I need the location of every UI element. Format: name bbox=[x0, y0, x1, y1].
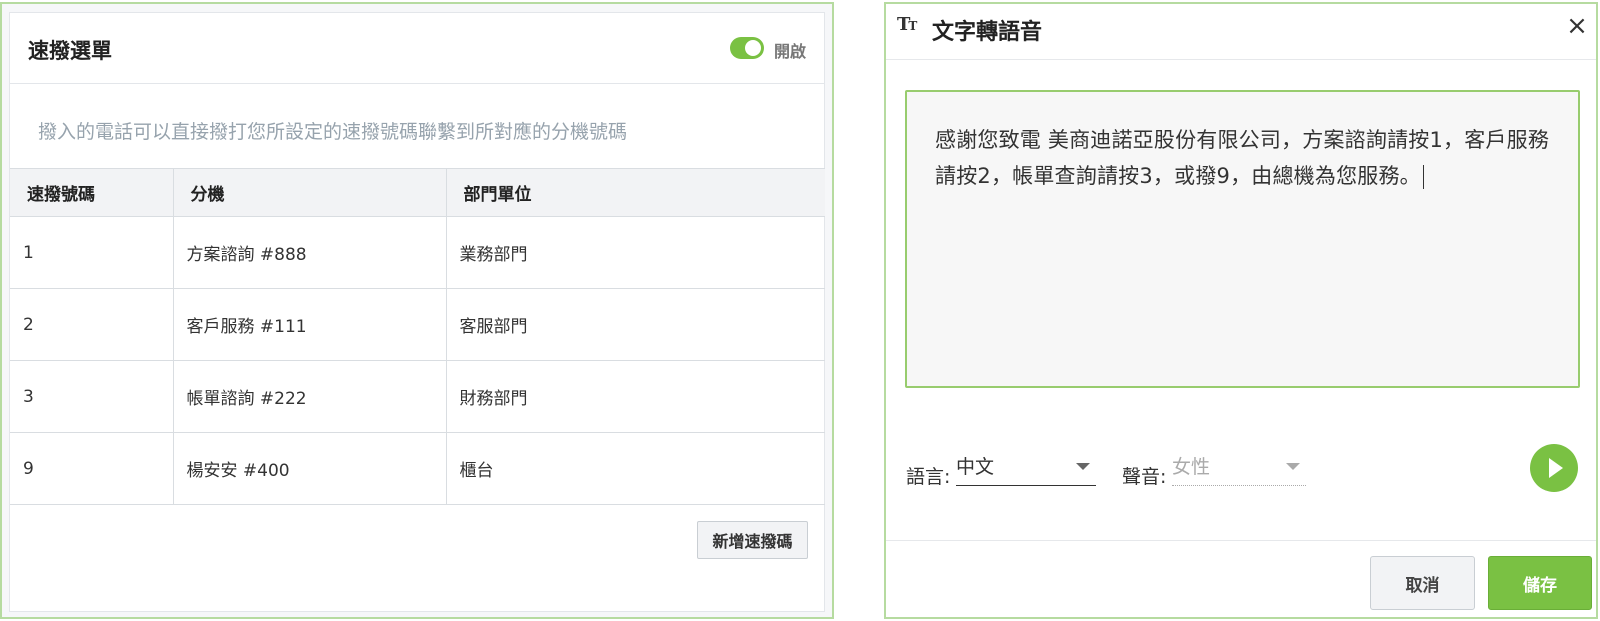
table-row[interactable]: 3 帳單諮詢 #222 財務部門 bbox=[10, 360, 825, 433]
language-label: 語言: bbox=[906, 466, 951, 488]
tts-title: 文字轉語音 bbox=[932, 20, 1043, 45]
toggle-knob bbox=[745, 40, 761, 56]
tts-text-input[interactable]: 感謝您致電 美商迪諾亞股份有限公司，方案諮詢請按1，客戶服務請按2，帳單查詢請按… bbox=[905, 90, 1580, 388]
table-row[interactable]: 1 方案諮詢 #888 業務部門 bbox=[10, 216, 825, 289]
cell-code: 1 bbox=[10, 216, 174, 289]
cell-department: 財務部門 bbox=[446, 360, 825, 433]
voice-value: 女性 bbox=[1172, 456, 1211, 478]
language-value: 中文 bbox=[956, 456, 995, 478]
tts-dialog: TT 文字轉語音 × 感謝您致電 美商迪諾亞股份有限公司，方案諮詢請按1，客戶服… bbox=[884, 2, 1598, 619]
speed-dial-title: 速撥選單 bbox=[28, 39, 112, 63]
table-row[interactable]: 9 楊安安 #400 櫃台 bbox=[10, 432, 825, 505]
column-header-extension: 分機 bbox=[173, 168, 447, 217]
cell-code: 9 bbox=[10, 432, 174, 505]
language-select[interactable]: 中文 bbox=[956, 452, 1096, 486]
cell-department: 業務部門 bbox=[446, 216, 825, 289]
cell-extension: 楊安安 #400 bbox=[173, 432, 447, 505]
table-header-row: 速撥號碼 分機 部門單位 bbox=[10, 168, 825, 217]
speed-dial-toggle[interactable] bbox=[730, 37, 764, 59]
tts-text: 感謝您致電 美商迪諾亞股份有限公司，方案諮詢請按1，客戶服務請按2，帳單查詢請按… bbox=[935, 128, 1550, 188]
close-icon[interactable]: × bbox=[1564, 13, 1590, 39]
icon-glyph-small: T bbox=[908, 19, 917, 33]
speed-dial-panel: 速撥選單 開啟 撥入的電話可以直接撥打您所設定的速撥號碼聯繫到所對應的分機號碼 … bbox=[0, 2, 834, 619]
tts-header: TT 文字轉語音 × bbox=[886, 4, 1596, 60]
text-caret bbox=[1422, 165, 1424, 189]
chevron-down-icon bbox=[1286, 463, 1300, 470]
speed-dial-table: 速撥號碼 分機 部門單位 1 方案諮詢 #888 業務部門 2 客戶服務 #11… bbox=[10, 168, 825, 505]
cell-department: 櫃台 bbox=[446, 432, 825, 505]
save-button[interactable]: 儲存 bbox=[1488, 556, 1592, 610]
cancel-button[interactable]: 取消 bbox=[1370, 556, 1475, 610]
play-icon bbox=[1549, 458, 1563, 478]
cell-extension: 帳單諮詢 #222 bbox=[173, 360, 447, 433]
cell-code: 3 bbox=[10, 360, 174, 433]
cell-extension: 方案諮詢 #888 bbox=[173, 216, 447, 289]
footer-divider bbox=[886, 540, 1596, 541]
cell-extension: 客戶服務 #111 bbox=[173, 288, 447, 361]
speed-dial-card: 速撥選單 開啟 撥入的電話可以直接撥打您所設定的速撥號碼聯繫到所對應的分機號碼 … bbox=[9, 12, 825, 612]
cell-code: 2 bbox=[10, 288, 174, 361]
table-row[interactable]: 2 客戶服務 #111 客服部門 bbox=[10, 288, 825, 361]
toggle-label: 開啟 bbox=[774, 42, 807, 61]
column-header-department: 部門單位 bbox=[446, 168, 825, 217]
add-speed-dial-button[interactable]: 新增速撥碼 bbox=[697, 521, 808, 559]
speed-dial-description: 撥入的電話可以直接撥打您所設定的速撥號碼聯繫到所對應的分機號碼 bbox=[38, 121, 628, 143]
chevron-down-icon bbox=[1076, 463, 1090, 470]
text-size-icon: TT bbox=[897, 14, 917, 35]
cell-department: 客服部門 bbox=[446, 288, 825, 361]
play-button[interactable] bbox=[1530, 444, 1578, 492]
icon-glyph-big: T bbox=[897, 14, 910, 35]
column-header-code: 速撥號碼 bbox=[10, 168, 174, 217]
speed-dial-header: 速撥選單 開啟 bbox=[10, 13, 824, 84]
voice-select[interactable]: 女性 bbox=[1172, 452, 1306, 486]
voice-label: 聲音: bbox=[1122, 466, 1167, 488]
